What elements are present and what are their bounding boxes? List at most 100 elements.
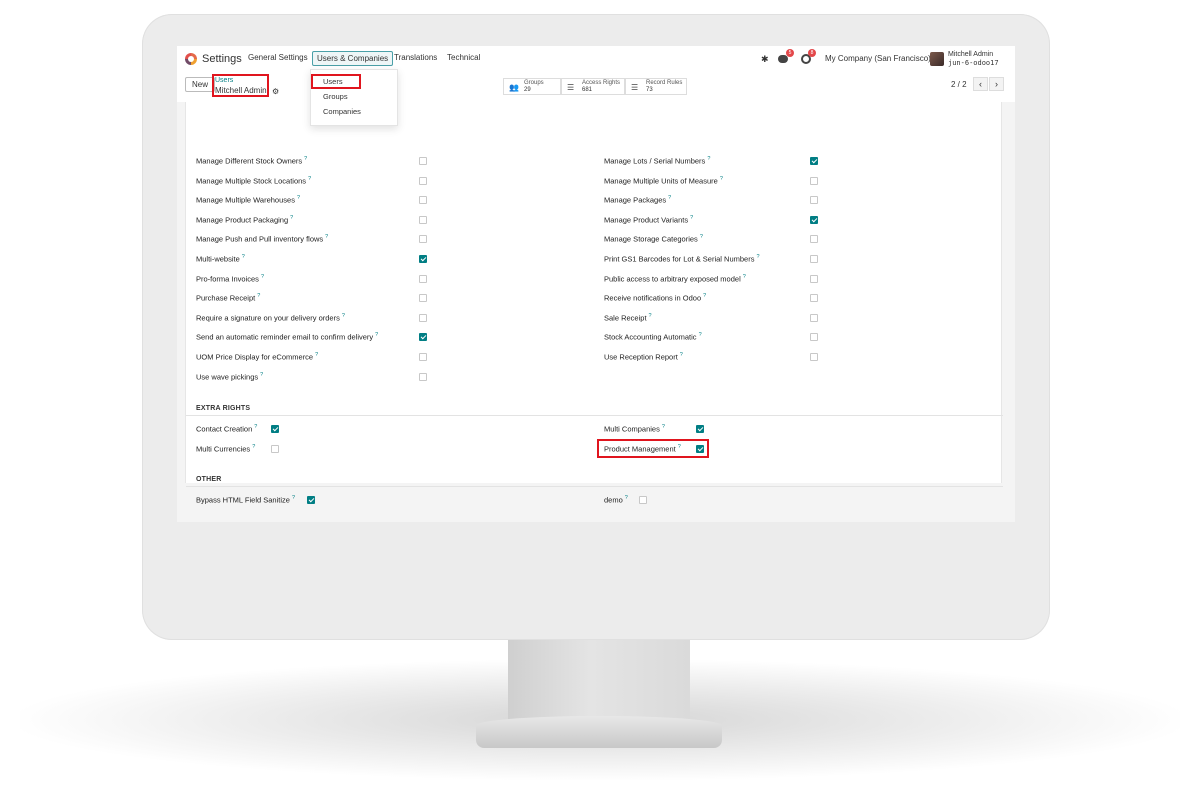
help-tooltip-icon[interactable]: ?: [297, 195, 300, 201]
field-checkbox[interactable]: [419, 157, 427, 165]
field-checkbox[interactable]: [810, 333, 818, 342]
chat-icon[interactable]: [778, 55, 788, 63]
field-checkbox[interactable]: [419, 176, 427, 185]
field-checkbox[interactable]: [810, 274, 818, 283]
pager-value[interactable]: 2 / 2: [951, 80, 967, 89]
help-tooltip-icon[interactable]: ?: [260, 372, 263, 378]
help-tooltip-icon[interactable]: ?: [315, 352, 318, 358]
field-checkbox[interactable]: [419, 255, 427, 263]
help-tooltip-icon[interactable]: ?: [342, 313, 345, 319]
help-tooltip-icon[interactable]: ?: [707, 156, 710, 162]
field-label-text: Pro-forma Invoices: [196, 274, 259, 284]
help-tooltip-icon[interactable]: ?: [308, 176, 311, 182]
help-tooltip-icon[interactable]: ?: [700, 234, 703, 240]
user-form-sheet: Manage Different Stock Owners? Manage Mul…: [185, 102, 1003, 505]
field-checkbox[interactable]: [419, 196, 427, 205]
smart-button-label: Access Rights: [582, 80, 621, 86]
field-checkbox[interactable]: [810, 294, 818, 303]
field-label: Manage Push and Pull inventory flows?: [196, 234, 328, 244]
field-label-text: Manage Packages: [604, 195, 667, 205]
field-checkbox[interactable]: [419, 235, 427, 244]
field-checkbox[interactable]: [419, 215, 427, 224]
help-tooltip-icon[interactable]: ?: [703, 293, 706, 299]
help-tooltip-icon[interactable]: ?: [261, 274, 264, 280]
field-checkbox[interactable]: [810, 157, 818, 165]
field-checkbox[interactable]: [696, 425, 704, 433]
pager-next-button[interactable]: ›: [989, 77, 1004, 91]
user-avatar[interactable]: [930, 52, 944, 66]
groups-smart-button[interactable]: 👥 Groups 29: [503, 78, 561, 95]
field-label: Receive notifications in Odoo?: [604, 293, 706, 303]
field-label: Manage Different Stock Owners?: [196, 156, 307, 166]
field-label: Multi Currencies?: [196, 444, 255, 454]
new-button[interactable]: New: [185, 77, 216, 92]
help-tooltip-icon[interactable]: ?: [242, 254, 245, 260]
app-name[interactable]: Settings: [202, 53, 242, 65]
help-tooltip-icon[interactable]: ?: [743, 274, 746, 280]
menu-translations[interactable]: Translations: [394, 53, 437, 62]
help-tooltip-icon[interactable]: ?: [292, 495, 295, 501]
field-label: Manage Lots / Serial Numbers?: [604, 156, 710, 166]
field-checkbox[interactable]: [419, 372, 427, 381]
help-tooltip-icon[interactable]: ?: [254, 424, 257, 430]
menu-technical[interactable]: Technical: [447, 53, 480, 62]
field-checkbox[interactable]: [810, 215, 818, 224]
help-tooltip-icon[interactable]: ?: [625, 495, 628, 501]
field-label-text: demo: [604, 495, 623, 505]
company-switcher[interactable]: My Company (San Francisco): [825, 54, 931, 63]
help-tooltip-icon[interactable]: ?: [680, 352, 683, 358]
field-label-text: Receive notifications in Odoo: [604, 293, 702, 303]
extra-rights-title: EXTRA RIGHTS: [196, 405, 251, 412]
field-checkbox[interactable]: [810, 353, 818, 361]
dropdown-item-companies[interactable]: Companies: [323, 107, 361, 116]
field-checkbox[interactable]: [810, 235, 818, 244]
field-label-text: Use wave pickings: [196, 372, 259, 382]
field-label: Require a signature on your delivery ord…: [196, 313, 345, 323]
field-checkbox[interactable]: [271, 425, 279, 433]
help-tooltip-icon[interactable]: ?: [756, 254, 759, 260]
gear-icon[interactable]: ⚙: [272, 87, 279, 96]
field-checkbox[interactable]: [639, 496, 647, 504]
user-name[interactable]: Mitchell Admin: [948, 51, 993, 58]
odoo-apps-icon[interactable]: [185, 53, 197, 65]
field-checkbox[interactable]: [810, 255, 818, 263]
dropdown-item-groups[interactable]: Groups: [323, 92, 348, 101]
access-rights-smart-button[interactable]: ☰ Access Rights 681: [561, 78, 625, 95]
field-label: Purchase Receipt?: [196, 293, 260, 303]
help-tooltip-icon[interactable]: ?: [290, 215, 293, 221]
field-checkbox[interactable]: [419, 353, 427, 361]
field-checkbox[interactable]: [810, 176, 818, 185]
menu-users-companies[interactable]: Users & Companies: [312, 51, 394, 66]
field-checkbox[interactable]: [419, 313, 427, 322]
help-tooltip-icon[interactable]: ?: [699, 332, 702, 338]
field-checkbox[interactable]: [419, 274, 427, 283]
field-checkbox[interactable]: [419, 294, 427, 303]
help-tooltip-icon[interactable]: ?: [649, 313, 652, 319]
record-rules-smart-button[interactable]: ☰ Record Rules 73: [625, 78, 687, 95]
help-tooltip-icon[interactable]: ?: [375, 332, 378, 338]
help-tooltip-icon[interactable]: ?: [662, 424, 665, 430]
field-label-text: Use Reception Report: [604, 352, 678, 362]
help-tooltip-icon[interactable]: ?: [690, 215, 693, 221]
field-label-text: Manage Product Packaging: [196, 215, 289, 225]
screen: Settings General Settings Users & Compan…: [177, 46, 1015, 522]
pager-previous-button[interactable]: ‹: [973, 77, 988, 91]
field-checkbox[interactable]: [810, 196, 818, 205]
field-checkbox[interactable]: [419, 333, 427, 342]
help-tooltip-icon[interactable]: ?: [720, 176, 723, 182]
help-tooltip-icon[interactable]: ?: [257, 293, 260, 299]
field-checkbox[interactable]: [307, 496, 315, 504]
help-tooltip-icon[interactable]: ?: [304, 156, 307, 162]
help-tooltip-icon[interactable]: ?: [668, 195, 671, 201]
help-tooltip-icon[interactable]: ?: [325, 234, 328, 240]
list-icon: ☰: [567, 83, 575, 92]
smart-button-label: Record Rules: [646, 80, 683, 86]
field-checkbox[interactable]: [271, 444, 279, 453]
field-checkbox[interactable]: [810, 313, 818, 322]
smart-button-label: Groups: [524, 80, 544, 86]
help-tooltip-icon[interactable]: ?: [252, 444, 255, 450]
menu-general-settings[interactable]: General Settings: [248, 53, 308, 62]
field-label-text: Sale Receipt: [604, 313, 647, 323]
debug-bug-icon[interactable]: ✱: [761, 54, 771, 64]
smart-button-count: 681: [582, 87, 593, 93]
